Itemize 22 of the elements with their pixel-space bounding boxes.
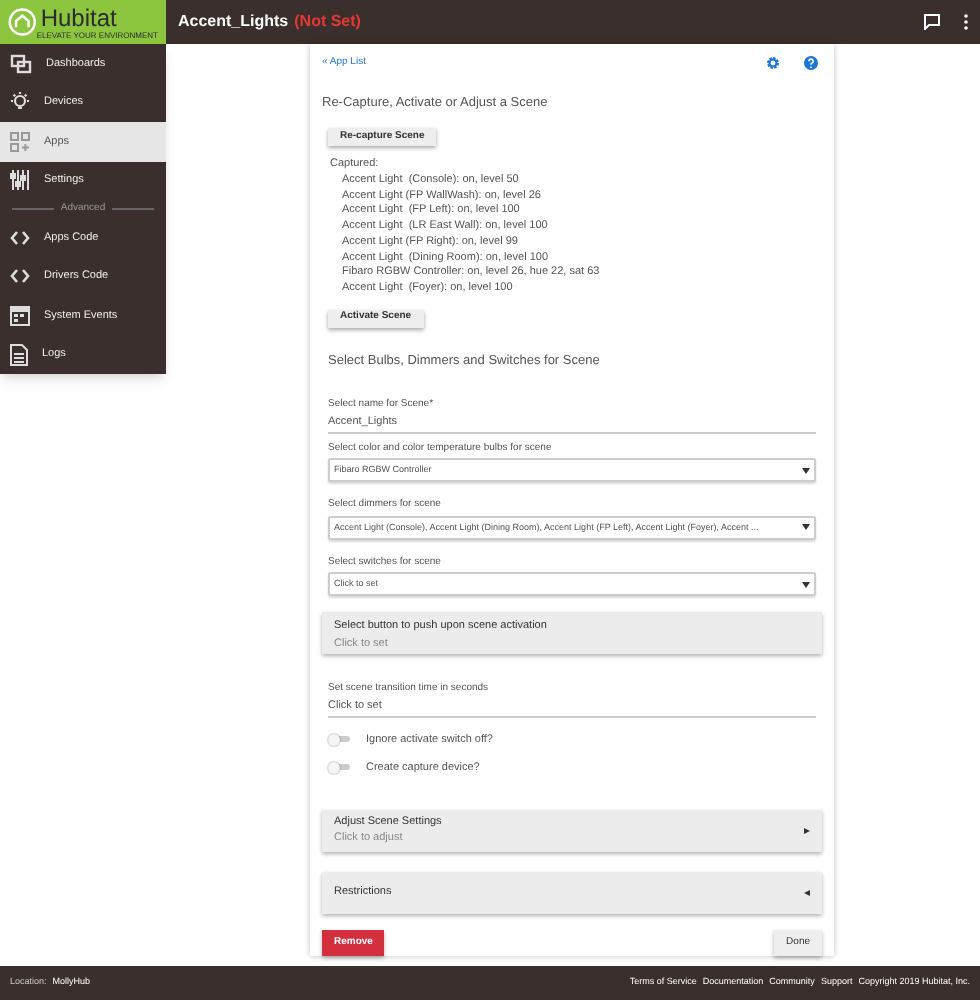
caret-icon — [802, 581, 810, 588]
toggle-switch[interactable] — [328, 733, 352, 746]
collapsed-arrow-icon — [804, 827, 810, 834]
logo-wordmark: Hubitat — [40, 5, 119, 29]
help-icon[interactable] — [804, 56, 818, 71]
house-logo-icon — [8, 6, 37, 38]
status-label: (Not Set) — [294, 10, 361, 34]
expanded-arrow-icon — [804, 889, 810, 896]
apps-grid-icon — [10, 131, 30, 152]
dashboard-icon — [10, 53, 32, 74]
code-icon — [10, 229, 30, 246]
toggle-switch[interactable] — [328, 761, 352, 774]
calendar-icon — [10, 305, 30, 326]
chat-icon[interactable] — [924, 14, 940, 30]
document-icon — [10, 343, 28, 366]
app-title: Accent_Lights — [178, 10, 289, 34]
caret-icon — [802, 467, 810, 474]
settings-icon[interactable] — [766, 56, 780, 71]
code-icon — [10, 268, 30, 285]
caret-icon — [802, 524, 810, 531]
sliders-icon — [10, 170, 30, 191]
lightbulb-icon — [10, 92, 30, 113]
